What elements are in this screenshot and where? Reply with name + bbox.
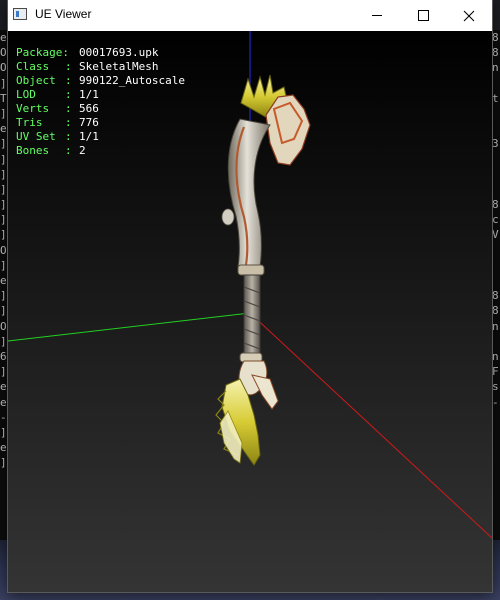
console-left-line: ] bbox=[0, 456, 7, 470]
console-left-line: e bbox=[0, 122, 7, 136]
console-right-line: 8 bbox=[492, 46, 499, 60]
console-left-line: ] bbox=[0, 365, 7, 379]
console-right-line bbox=[492, 106, 500, 121]
object-label: Object bbox=[16, 74, 56, 87]
window-title: UE Viewer bbox=[35, 7, 92, 21]
console-left-line: ] bbox=[0, 258, 7, 272]
console-left-line: ] bbox=[0, 182, 7, 196]
console-right-line: s bbox=[492, 380, 499, 394]
console-left-line: ] bbox=[0, 334, 7, 348]
y-axis-line bbox=[8, 312, 251, 342]
uvset-row: UV Set:1/1 bbox=[16, 130, 99, 143]
console-left-line: ] bbox=[0, 425, 7, 439]
console-right-line: 8 bbox=[492, 289, 499, 303]
class-label: Class bbox=[16, 60, 50, 73]
console-right-line: t bbox=[492, 91, 499, 105]
maximize-icon bbox=[417, 10, 429, 21]
console-right-line: 8 bbox=[492, 31, 499, 44]
class-value: SkeletalMesh bbox=[79, 60, 159, 73]
minimize-icon bbox=[372, 15, 382, 16]
console-right-line: V bbox=[492, 228, 499, 242]
verts-label: Verts bbox=[16, 102, 50, 115]
lod-row: LOD:1/1 bbox=[16, 88, 99, 101]
x-axis-line bbox=[249, 312, 492, 539]
console-left-line: ] bbox=[0, 213, 7, 227]
console-right-line: 8 bbox=[492, 304, 499, 318]
3d-viewport[interactable]: Package: 00017693.upk Class: SkeletalMesh … bbox=[8, 31, 492, 592]
console-right-line bbox=[492, 334, 500, 349]
console-left-line: ] bbox=[0, 76, 7, 90]
console-right-line bbox=[492, 258, 500, 273]
scepter-mesh bbox=[215, 74, 311, 466]
console-right-line bbox=[492, 167, 500, 182]
console-left-line: ] bbox=[0, 289, 7, 303]
verts-row: Verts:566 bbox=[16, 102, 99, 115]
console-left-line: ] bbox=[0, 167, 7, 181]
bones-value: 2 bbox=[79, 144, 86, 157]
console-right-line: n bbox=[492, 319, 499, 333]
console-left-line: e bbox=[0, 274, 7, 287]
package-label: Package: bbox=[16, 46, 69, 59]
minimize-button[interactable] bbox=[354, 0, 400, 31]
lod-value: 1/1 bbox=[79, 88, 99, 101]
console-left-line: T bbox=[0, 91, 7, 105]
console-left-line: O bbox=[0, 243, 7, 257]
console-left-line: ] bbox=[0, 106, 7, 120]
console-right-line: n bbox=[492, 349, 499, 363]
console-right-line bbox=[492, 182, 500, 197]
tris-value: 776 bbox=[79, 116, 99, 129]
tris-label: Tris bbox=[16, 116, 43, 129]
console-right-line bbox=[492, 243, 500, 258]
console-right-line: - bbox=[492, 395, 499, 409]
ue-viewer-window: UE Viewer Package: 00017693.upk Class: … bbox=[8, 0, 492, 592]
console-left-line: e bbox=[0, 395, 7, 409]
close-button[interactable] bbox=[446, 0, 492, 31]
console-right-line: n bbox=[492, 61, 499, 75]
mesh-info-overlay: Package: 00017693.upk Class: SkeletalMesh … bbox=[16, 46, 185, 158]
console-left-line: 6 bbox=[0, 349, 7, 363]
title-bar[interactable]: UE Viewer bbox=[8, 0, 492, 31]
package-value: 00017693.upk bbox=[79, 46, 159, 59]
console-right-line: c bbox=[492, 213, 499, 227]
verts-value: 566 bbox=[79, 102, 99, 115]
console-left-line: e bbox=[0, 441, 7, 455]
bones-row: Bones:2 bbox=[16, 144, 86, 157]
console-left-line: - bbox=[0, 410, 7, 424]
lod-label: LOD bbox=[16, 88, 36, 101]
console-left-line: ] bbox=[0, 137, 7, 151]
console-left-line: ] bbox=[0, 152, 7, 166]
console-right-line: F bbox=[492, 365, 499, 379]
bones-label: Bones bbox=[16, 144, 50, 157]
console-left-line: ] bbox=[0, 198, 7, 212]
uvset-value: 1/1 bbox=[79, 130, 99, 143]
console-left-line: O bbox=[0, 46, 7, 60]
console-right-line bbox=[492, 121, 500, 136]
console-left-line: ] bbox=[0, 228, 7, 242]
maximize-button[interactable] bbox=[400, 0, 446, 31]
console-right-line: 8 bbox=[492, 198, 499, 212]
uvset-label: UV Set bbox=[16, 130, 56, 143]
package-row: Package: 00017693.upk bbox=[16, 46, 185, 60]
console-right-line bbox=[492, 273, 500, 288]
close-icon bbox=[463, 10, 475, 21]
console-right-line: 3 bbox=[492, 137, 499, 151]
console-left-line: ] bbox=[0, 304, 7, 318]
console-left-line: e bbox=[0, 380, 7, 394]
app-window-icon bbox=[13, 8, 27, 20]
console-left-line: e bbox=[0, 31, 7, 44]
object-value: 990122_Autoscale bbox=[79, 74, 185, 87]
class-row: Class: SkeletalMesh bbox=[16, 60, 159, 73]
console-left-line: O bbox=[0, 319, 7, 333]
tris-row: Tris:776 bbox=[16, 116, 99, 129]
console-right-line bbox=[492, 76, 500, 91]
console-left-line: O bbox=[0, 61, 7, 75]
console-right-line bbox=[492, 152, 500, 167]
object-row: Object:990122_Autoscale bbox=[16, 74, 185, 87]
